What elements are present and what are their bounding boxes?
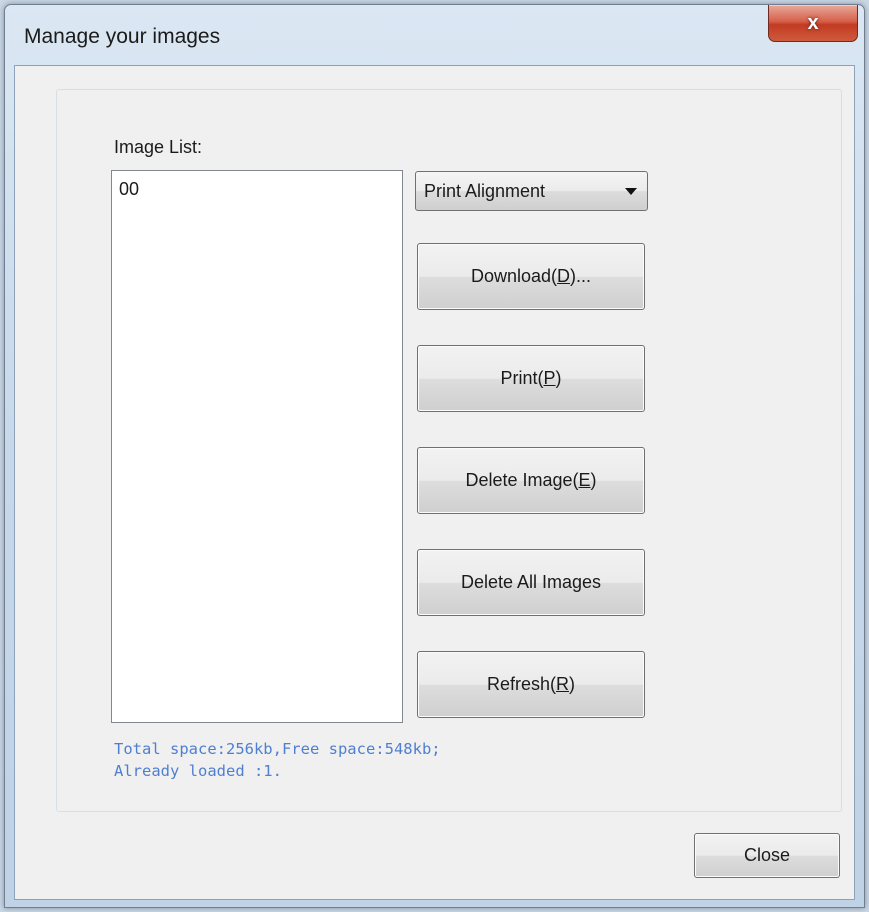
storage-status: Total space:256kb,Free space:548kb; Alre… xyxy=(114,738,441,782)
delete-all-images-button-label: Delete All Images xyxy=(460,572,602,592)
close-icon: x xyxy=(807,11,819,34)
chevron-down-icon xyxy=(625,188,637,195)
dialog-client-area: Image List: 00 Print Alignment Download(… xyxy=(14,65,855,900)
print-button[interactable]: Print(P) xyxy=(417,345,645,412)
download-button-label: Download(D)... xyxy=(470,266,592,286)
title-bar[interactable]: Manage your images x xyxy=(5,5,864,65)
storage-space-text: Total space:256kb,Free space:548kb; xyxy=(114,740,441,758)
image-listbox[interactable]: 00 xyxy=(111,170,403,723)
delete-image-button-label: Delete Image(E) xyxy=(465,470,597,490)
list-item[interactable]: 00 xyxy=(119,179,139,200)
refresh-button-label: Refresh(R) xyxy=(486,674,576,694)
delete-all-images-button[interactable]: Delete All Images xyxy=(417,549,645,616)
close-window-button[interactable]: x xyxy=(768,5,858,42)
download-button[interactable]: Download(D)... xyxy=(417,243,645,310)
dialog-window: Manage your images x Image List: 00 Prin… xyxy=(4,4,865,908)
close-button-label: Close xyxy=(743,845,791,865)
select-value: Print Alignment xyxy=(424,181,546,201)
delete-image-button[interactable]: Delete Image(E) xyxy=(417,447,645,514)
refresh-button[interactable]: Refresh(R) xyxy=(417,651,645,718)
print-alignment-select[interactable]: Print Alignment xyxy=(415,171,648,211)
window-title: Manage your images xyxy=(24,25,221,48)
loaded-count-text: Already loaded :1. xyxy=(114,762,282,780)
image-list-label: Image List: xyxy=(114,137,203,157)
print-button-label: Print(P) xyxy=(500,368,562,388)
close-button[interactable]: Close xyxy=(694,833,840,878)
